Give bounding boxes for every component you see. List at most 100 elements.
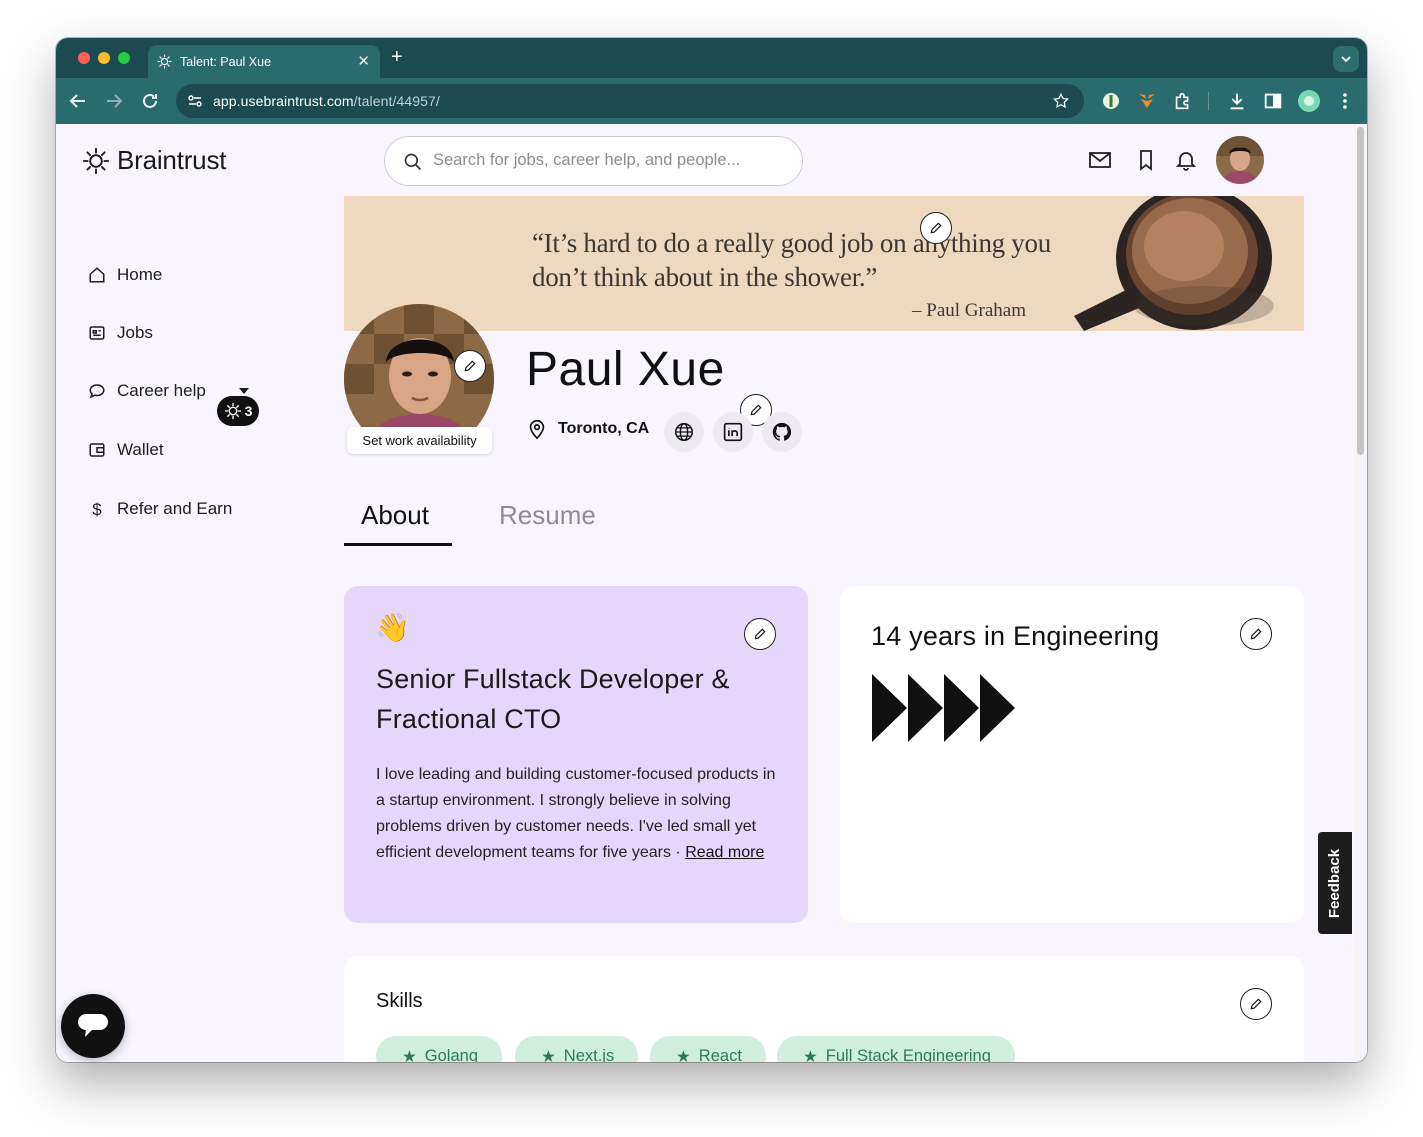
chat-support-button[interactable]: [61, 994, 125, 1058]
github-link[interactable]: [762, 412, 802, 452]
pencil-icon: [750, 404, 762, 416]
tab-search-button[interactable]: [1333, 46, 1359, 72]
tab-resume[interactable]: Resume: [499, 500, 596, 531]
browser-menu-icon[interactable]: [1334, 90, 1356, 112]
btrst-token-icon: [224, 402, 241, 420]
dollar-icon: $: [92, 500, 102, 519]
banner-quote-line-1: “It’s hard to do a really good job on an…: [532, 228, 1051, 258]
linkedin-link[interactable]: [713, 412, 753, 452]
star-icon: ★: [541, 1048, 556, 1062]
skills-title: Skills: [376, 990, 423, 1012]
url-text: app.usebraintrust.com/talent/44957/: [213, 93, 440, 109]
profile-headline: Senior Fullstack Developer & Fractional …: [376, 664, 730, 734]
side-panel-icon[interactable]: [1262, 90, 1284, 112]
edit-photo-button[interactable]: [454, 350, 486, 382]
sidebar-item-wallet[interactable]: Wallet: [88, 440, 164, 460]
experience-title: 14 years in Engineering: [871, 621, 1160, 651]
sidebar-item-career-help[interactable]: Career help: [88, 381, 249, 401]
url-host: app.usebraintrust.com: [213, 93, 354, 109]
page-scrollbar[interactable]: [1354, 124, 1367, 1062]
linkedin-icon: [723, 422, 743, 442]
browser-window: Talent: Paul Xue ✕ + app.usebraintrust.c…: [56, 38, 1367, 1062]
tab-title: Talent: Paul Xue: [180, 55, 272, 69]
skill-chip[interactable]: ★ Full Stack Engineering: [777, 1036, 1015, 1062]
bio-separator: ·: [670, 844, 686, 861]
edit-banner-button[interactable]: [920, 212, 952, 244]
global-search[interactable]: [384, 136, 803, 186]
new-tab-button[interactable]: +: [391, 46, 403, 69]
bookmark-star-icon[interactable]: [1052, 92, 1070, 110]
sidebar-item-home[interactable]: Home: [88, 265, 162, 285]
pencil-icon: [754, 628, 766, 640]
banner-quote: “It’s hard to do a really good job on an…: [532, 226, 1051, 294]
about-card: 👋 Senior Fullstack Developer & Fractiona…: [344, 586, 808, 923]
browser-tab[interactable]: Talent: Paul Xue ✕: [148, 45, 380, 78]
set-work-availability-button[interactable]: Set work availability: [347, 427, 492, 454]
home-icon: [88, 266, 106, 284]
notifications-bell-icon[interactable]: [1174, 148, 1198, 172]
read-more-link[interactable]: Read more: [685, 844, 764, 861]
profile-name: Paul Xue: [526, 343, 725, 396]
caret-down-icon[interactable]: [238, 387, 250, 395]
wallet-badge-count: 3: [244, 403, 253, 419]
star-icon: ★: [676, 1048, 691, 1062]
sidebar-item-jobs[interactable]: Jobs: [88, 323, 153, 343]
zoom-window-button[interactable]: [118, 52, 130, 64]
close-tab-icon[interactable]: ✕: [357, 52, 370, 70]
minimize-window-button[interactable]: [98, 52, 110, 64]
chat-bubble-icon: [88, 382, 106, 400]
sidebar-item-refer-and-earn[interactable]: $ Refer and Earn: [88, 499, 232, 519]
download-icon[interactable]: [1226, 90, 1248, 112]
profile-bio: I love leading and building customer-foc…: [376, 762, 776, 866]
pencil-icon: [1250, 628, 1262, 640]
edit-skills-button[interactable]: [1240, 988, 1272, 1020]
sidebar-item-label: Jobs: [117, 323, 153, 342]
sidebar-item-label: Home: [117, 265, 163, 284]
edit-experience-button[interactable]: [1240, 618, 1272, 650]
skill-label: React: [698, 1047, 742, 1062]
search-icon: [404, 153, 422, 171]
close-window-button[interactable]: [78, 52, 90, 64]
forward-icon[interactable]: [102, 89, 126, 113]
wallet-icon: [88, 441, 106, 459]
location-text: Toronto, CA: [558, 420, 650, 437]
reload-icon[interactable]: [138, 89, 162, 113]
globe-icon: [675, 423, 693, 441]
star-icon: ★: [402, 1048, 417, 1062]
tab-about[interactable]: About: [361, 500, 429, 531]
profile-cover-banner: “It’s hard to do a really good job on an…: [344, 196, 1304, 331]
wallet-token-badge: 3: [217, 396, 259, 426]
skill-chip[interactable]: ★ Golang: [376, 1036, 503, 1062]
back-icon[interactable]: [66, 89, 90, 113]
chat-icon: [78, 1014, 108, 1037]
extensions-puzzle-icon[interactable]: [1172, 90, 1194, 112]
messages-mail-icon[interactable]: [1088, 148, 1112, 172]
banner-quote-line-2: don’t think about in the shower.”: [532, 262, 878, 292]
skill-label: Full Stack Engineering: [825, 1047, 991, 1062]
website-link[interactable]: [664, 412, 704, 452]
banner-quote-author: – Paul Graham: [912, 300, 1026, 321]
user-avatar[interactable]: [1216, 136, 1264, 184]
search-input[interactable]: [433, 151, 773, 170]
saved-bookmark-icon[interactable]: [1134, 148, 1158, 172]
brand-name: Braintrust: [117, 145, 227, 175]
scrollbar-thumb[interactable]: [1357, 127, 1364, 455]
skill-chip[interactable]: ★ Next.js: [515, 1036, 639, 1062]
braintrust-favicon-icon: [157, 54, 172, 69]
sidebar-item-label: Career help: [117, 381, 206, 400]
star-icon: ★: [803, 1048, 818, 1062]
address-bar[interactable]: app.usebraintrust.com/talent/44957/: [176, 84, 1084, 118]
braintrust-logo[interactable]: Braintrust: [82, 145, 226, 176]
jobs-icon: [88, 324, 106, 342]
waving-hand-emoji: 👋: [375, 611, 410, 644]
extension-shield-icon[interactable]: [1100, 90, 1122, 112]
page-content: Braintrust Home Jobs Career help Wallet: [56, 124, 1367, 1062]
location-pin-icon: [529, 419, 545, 440]
skill-chip[interactable]: ★ React: [650, 1036, 766, 1062]
feedback-button[interactable]: Feedback: [1318, 832, 1352, 934]
profile-avatar-icon[interactable]: [1298, 90, 1320, 112]
site-settings-icon[interactable]: [187, 93, 203, 109]
metamask-fox-icon[interactable]: [1136, 90, 1158, 112]
edit-about-button[interactable]: [744, 618, 776, 650]
feedback-label: Feedback: [1326, 848, 1344, 918]
